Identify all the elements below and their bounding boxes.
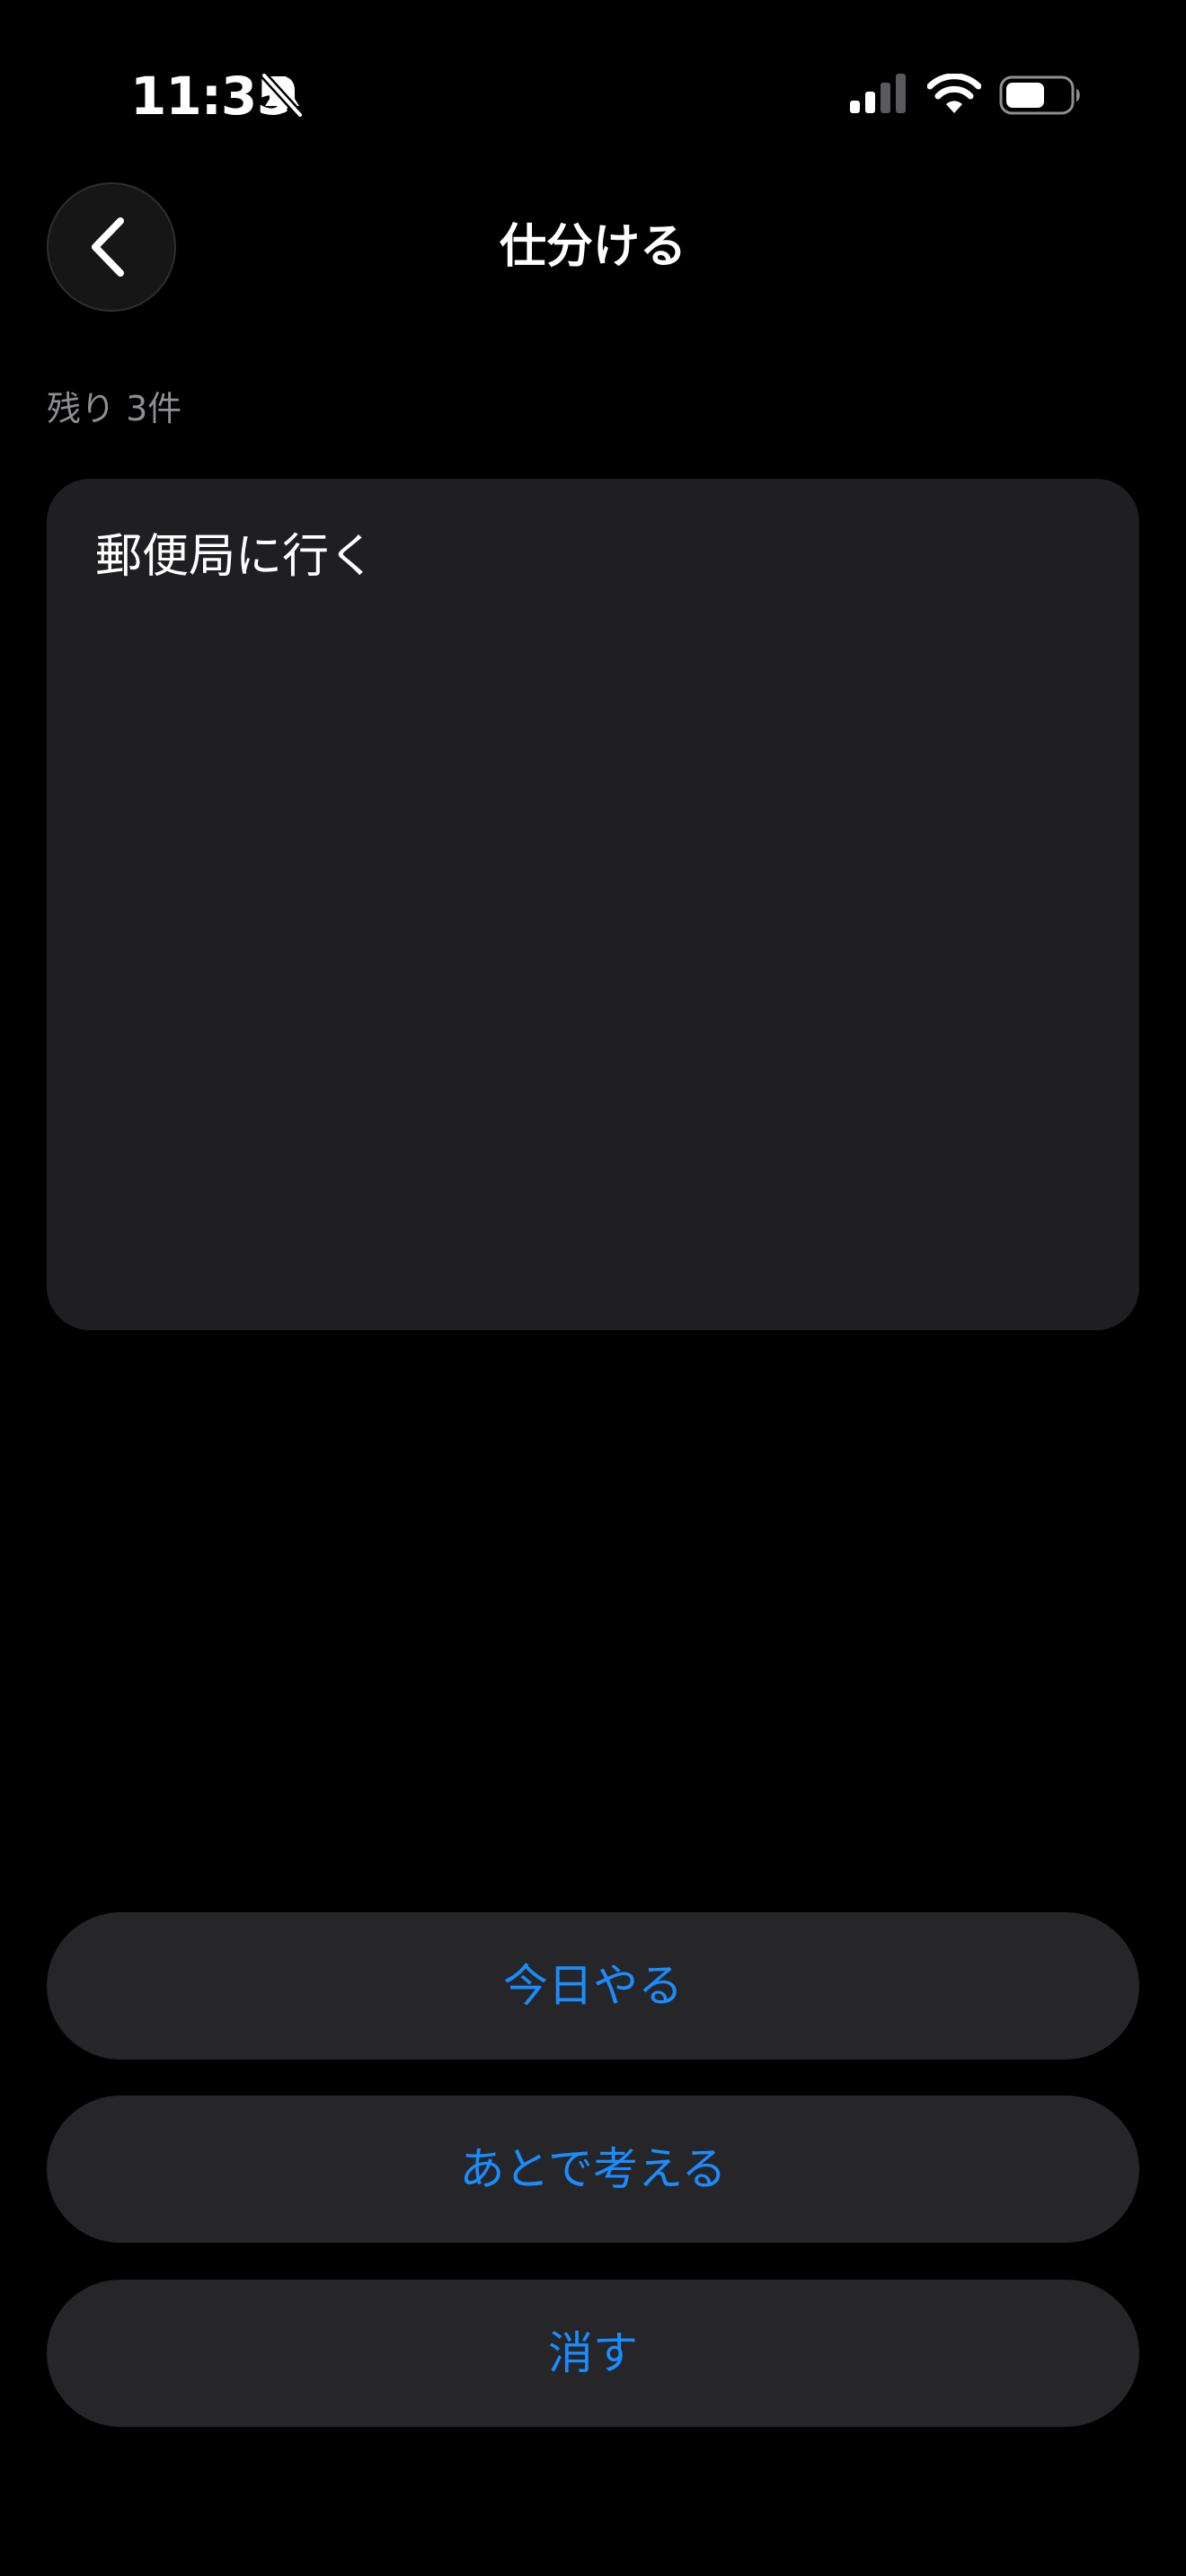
wifi-icon	[927, 74, 981, 113]
do-today-button[interactable]: 今日やる	[47, 1912, 1139, 2060]
task-card: 郵便局に行く	[47, 479, 1139, 1330]
battery-icon	[999, 75, 1080, 115]
remaining-count: 残り 3件	[47, 389, 182, 428]
cellular-signal-icon	[850, 74, 906, 113]
task-text: 郵便局に行く	[95, 530, 376, 584]
delete-button[interactable]: 消す	[47, 2280, 1139, 2427]
think-later-button[interactable]: あとで考える	[47, 2095, 1139, 2243]
page-title: 仕分ける	[499, 220, 686, 274]
bell-slash-icon	[261, 72, 304, 119]
